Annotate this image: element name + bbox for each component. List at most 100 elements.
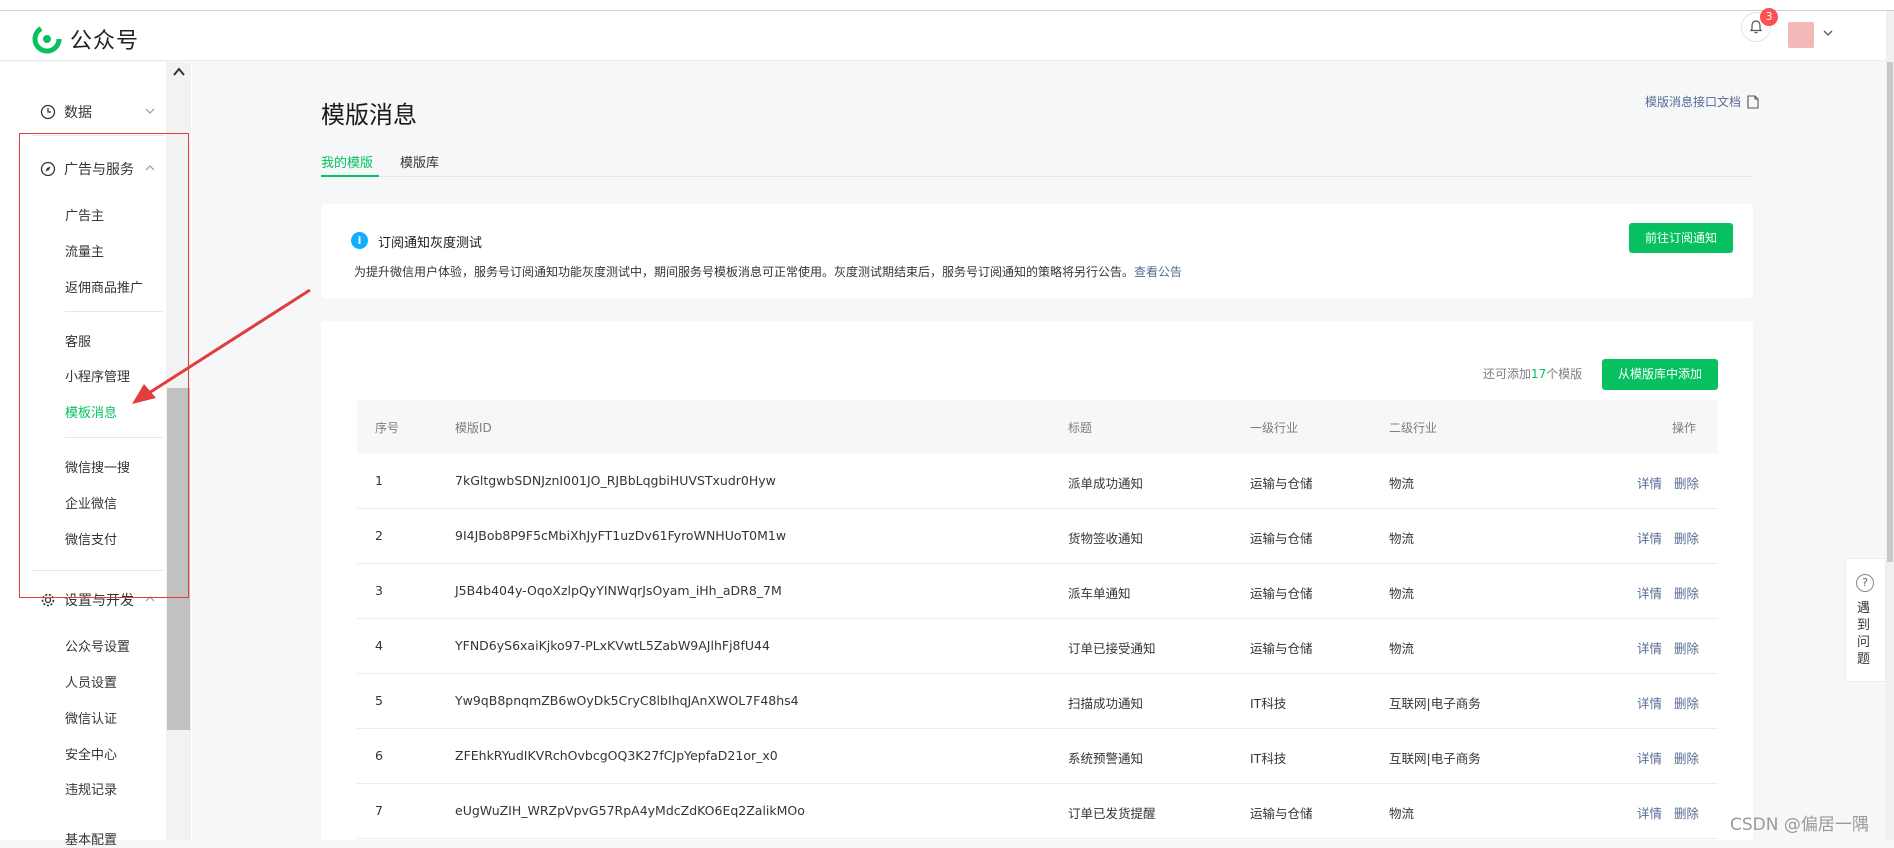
- page-title: 模版消息: [321, 101, 417, 129]
- detail-link[interactable]: 详情: [1637, 583, 1662, 602]
- wechat-logo-icon: [32, 24, 62, 54]
- sidebar-item-wx-verification[interactable]: 微信认证: [65, 708, 117, 727]
- column-header: 一级行业: [1250, 421, 1299, 435]
- cell-template-id: YFND6yS6xaiKjko97-PLxKVwtL5ZabW9AJlhFj8f…: [455, 638, 770, 653]
- api-doc-link-label: 模版消息接口文档: [1645, 95, 1742, 109]
- window-scrollbar-thumb[interactable]: [1887, 62, 1893, 562]
- delete-link[interactable]: 删除: [1674, 803, 1699, 822]
- table-row: 1 7kGltgwbSDNJznI001JO_RJBbLqgbiHUVSTxud…: [357, 454, 1718, 509]
- detail-link[interactable]: 详情: [1637, 473, 1662, 492]
- chevron-down-icon[interactable]: [1822, 27, 1834, 39]
- scroll-up-icon[interactable]: [171, 64, 187, 80]
- avatar[interactable]: [1788, 22, 1814, 48]
- goto-subscription-button[interactable]: 前往订阅通知: [1629, 223, 1733, 253]
- cell-industry-2: 物流: [1389, 586, 1415, 601]
- clock-icon: [40, 104, 56, 120]
- watermark: CSDN @偏居一隅: [1730, 815, 1869, 835]
- cell-industry-1: 运输与仓储: [1250, 641, 1313, 656]
- delete-link[interactable]: 删除: [1674, 748, 1699, 767]
- cell-title: 派车单通知: [1068, 586, 1131, 601]
- detail-link[interactable]: 详情: [1637, 748, 1662, 767]
- help-label: 遇到问题: [1857, 601, 1871, 667]
- quota-count: 17: [1531, 367, 1547, 381]
- cell-title: 扫描成功通知: [1068, 696, 1144, 711]
- delete-link[interactable]: 删除: [1674, 638, 1699, 657]
- delete-link[interactable]: 删除: [1674, 693, 1699, 712]
- table-row: 7 eUgWuZIH_WRZpVpvG57RpA4yMdcZdKO6Eq2Zal…: [357, 784, 1718, 839]
- notice-description-text: 为提升微信用户体验，服务号订阅通知功能灰度测试中，期间服务号模板消息可正常使用。…: [354, 265, 1135, 279]
- tab-template-library[interactable]: 模版库: [400, 152, 439, 171]
- notification-badge: 3: [1760, 8, 1778, 26]
- cell-industry-1: 运输与仓储: [1250, 476, 1313, 491]
- api-doc-link[interactable]: 模版消息接口文档: [1645, 93, 1759, 110]
- cell-industry-2: 互联网|电子商务: [1389, 696, 1481, 711]
- cell-template-id: 7kGltgwbSDNJznI001JO_RJBbLqgbiHUVSTxudr0…: [455, 473, 776, 488]
- top-header: 公众号: [0, 11, 1894, 61]
- cell-industry-2: 互联网|电子商务: [1389, 751, 1481, 766]
- sidebar-group-data[interactable]: 数据: [40, 102, 155, 122]
- delete-link[interactable]: 删除: [1674, 583, 1699, 602]
- cell-no: 6: [375, 748, 383, 763]
- detail-link[interactable]: 详情: [1637, 638, 1662, 657]
- cell-industry-1: IT科技: [1250, 751, 1287, 766]
- table-row: 5 Yw9qB8pnqmZB6wOyDk5CryC8lbIhqJAnXWOL7F…: [357, 674, 1718, 729]
- cell-template-id: eUgWuZIH_WRZpVpvG57RpA4yMdcZdKO6Eq2Zalik…: [455, 803, 805, 818]
- cell-no: 7: [375, 803, 383, 818]
- detail-link[interactable]: 详情: [1637, 528, 1662, 547]
- cell-title: 派单成功通知: [1068, 476, 1144, 491]
- quota-prefix: 还可添加: [1483, 367, 1532, 381]
- app-name: 公众号: [70, 29, 140, 54]
- quota-text: 还可添加17个模版: [1483, 365, 1582, 382]
- tab-bar: 我的模版 模版库: [321, 150, 1753, 177]
- sidebar-item-basic-config[interactable]: 基本配置: [65, 829, 117, 848]
- tab-my-templates[interactable]: 我的模版: [321, 152, 373, 171]
- notice-title: 订阅通知灰度测试: [378, 236, 483, 251]
- column-header: 操作: [1672, 421, 1697, 435]
- sidebar-item-security-center[interactable]: 安全中心: [65, 744, 117, 763]
- notice-description: 为提升微信用户体验，服务号订阅通知功能灰度测试中，期间服务号模板消息可正常使用。…: [354, 263, 1182, 280]
- cell-industry-2: 物流: [1389, 476, 1415, 491]
- question-icon: ?: [1856, 574, 1874, 592]
- cell-industry-2: 物流: [1389, 641, 1415, 656]
- cell-no: 2: [375, 528, 383, 543]
- detail-link[interactable]: 详情: [1637, 693, 1662, 712]
- cell-template-id: J5B4b404y-OqoXzlpQyYINWqrJsOyam_iHh_aDR8…: [455, 583, 782, 598]
- cell-industry-1: 运输与仓储: [1250, 586, 1313, 601]
- cell-industry-2: 物流: [1389, 531, 1415, 546]
- cell-template-id: ZFEhkRYudIKVRchOvbcgOQ3K27fCJpYepfaD21or…: [455, 748, 778, 763]
- cell-title: 订单已接受通知: [1068, 641, 1156, 656]
- cell-no: 5: [375, 693, 383, 708]
- cell-industry-1: 运输与仓储: [1250, 806, 1313, 821]
- cell-no: 3: [375, 583, 383, 598]
- table-row: 6 ZFEhkRYudIKVRchOvbcgOQ3K27fCJpYepfaD21…: [357, 729, 1718, 784]
- cell-title: 货物签收通知: [1068, 531, 1144, 546]
- browser-top-strip: [0, 0, 1894, 11]
- cell-template-id: Yw9qB8pnqmZB6wOyDk5CryC8lbIhqJAnXWOL7F48…: [455, 693, 799, 708]
- document-icon: [1747, 94, 1759, 109]
- add-from-library-button[interactable]: 从模版库中添加: [1602, 359, 1718, 390]
- sidebar-item-violation-record[interactable]: 违规记录: [65, 779, 117, 798]
- info-icon: i: [351, 232, 368, 249]
- notice-card: [321, 204, 1753, 298]
- chevron-down-icon: [145, 108, 155, 114]
- cell-industry-1: 运输与仓储: [1250, 531, 1313, 546]
- app-logo[interactable]: 公众号: [32, 23, 139, 55]
- sidebar-item-account-settings[interactable]: 公众号设置: [65, 636, 130, 655]
- sidebar-item-staff-settings[interactable]: 人员设置: [65, 672, 117, 691]
- cell-industry-2: 物流: [1389, 806, 1415, 821]
- detail-link[interactable]: 详情: [1637, 803, 1662, 822]
- table-row: 4 YFND6yS6xaiKjko97-PLxKVwtL5ZabW9AJlhFj…: [357, 619, 1718, 674]
- cell-no: 1: [375, 473, 383, 488]
- table-header: 序号 模版ID 标题 一级行业 二级行业 操作: [357, 400, 1718, 454]
- view-announcement-link[interactable]: 查看公告: [1134, 265, 1182, 279]
- column-header: 序号: [375, 421, 400, 435]
- cell-title: 订单已发货提醒: [1068, 806, 1156, 821]
- sidebar-group-label: 数据: [64, 105, 92, 121]
- annotation-arrow: [132, 288, 311, 404]
- cell-industry-1: IT科技: [1250, 696, 1287, 711]
- column-header: 模版ID: [455, 421, 492, 435]
- column-header: 二级行业: [1389, 421, 1438, 435]
- delete-link[interactable]: 删除: [1674, 473, 1699, 492]
- delete-link[interactable]: 删除: [1674, 528, 1699, 547]
- quota-suffix: 个模版: [1546, 367, 1583, 381]
